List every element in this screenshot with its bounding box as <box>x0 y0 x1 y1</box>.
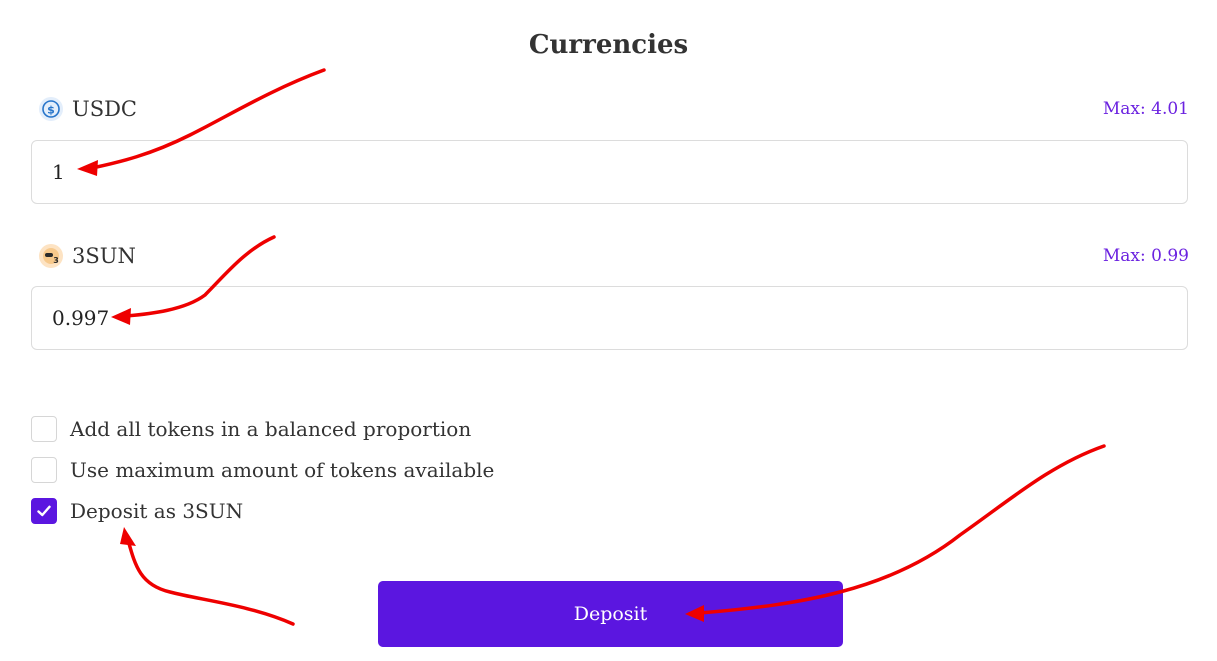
option-deposit-as-3sun[interactable]: Deposit as 3SUN <box>31 497 243 525</box>
checkbox-deposit-as-3sun[interactable] <box>31 498 57 524</box>
checkbox-maximum-amount[interactable] <box>31 457 57 483</box>
option-maximum-amount[interactable]: Use maximum amount of tokens available <box>31 456 494 484</box>
section-title: Currencies <box>528 30 689 60</box>
option-label: Add all tokens in a balanced proportion <box>70 417 472 441</box>
option-balanced-proportion[interactable]: Add all tokens in a balanced proportion <box>31 415 471 443</box>
max-button-usdc[interactable]: Max: 4.01 <box>1103 95 1189 123</box>
amount-field-usdc[interactable] <box>31 140 1188 204</box>
token-symbol: 3SUN <box>72 244 136 268</box>
option-label: Use maximum amount of tokens available <box>70 458 495 482</box>
3sun-coin-icon: 3 <box>38 243 64 269</box>
token-symbol: USDC <box>72 97 137 121</box>
amount-input-3sun[interactable] <box>32 287 1187 349</box>
amount-input-usdc[interactable] <box>32 141 1187 203</box>
svg-text:3: 3 <box>53 256 59 265</box>
arrow-to-deposit-as-3sun <box>126 538 295 626</box>
token-label-3sun: 3 3SUN <box>38 242 136 270</box>
max-button-3sun[interactable]: Max: 0.99 <box>1103 242 1189 270</box>
usdc-coin-icon: $ <box>38 96 64 122</box>
arrowhead <box>120 527 136 546</box>
token-label-usdc: $ USDC <box>38 95 137 123</box>
deposit-button[interactable]: Deposit <box>378 581 843 647</box>
option-label: Deposit as 3SUN <box>70 499 244 523</box>
amount-field-3sun[interactable] <box>31 286 1188 350</box>
checkmark-icon <box>37 505 51 517</box>
checkbox-balanced-proportion[interactable] <box>31 416 57 442</box>
svg-text:$: $ <box>47 104 55 117</box>
